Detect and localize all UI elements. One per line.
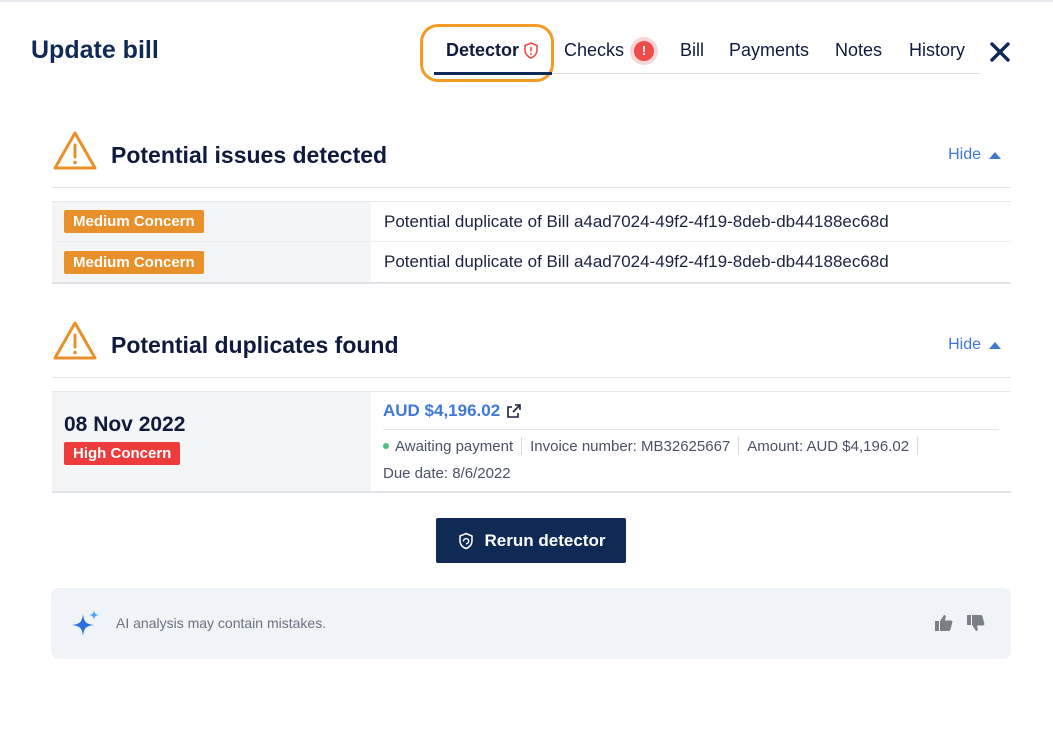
duplicate-meta: Awaiting payment Invoice number: MB32625… [383,437,1011,455]
rerun-detector-label: Rerun detector [484,530,606,550]
active-tab-underline [434,72,552,75]
thumbs-down-icon [967,615,985,631]
tab-bar: Detector Checks ! Bill Payments Notes Hi… [434,38,980,75]
detail-divider [383,429,999,430]
ai-disclaimer-text: AI analysis may contain mistakes. [116,615,327,631]
issue-concern-cell: Medium Concern [52,242,371,282]
status-dot-icon [383,443,389,449]
issues-section-header: Potential issues detected Hide [52,130,1011,184]
duplicate-date-cell: 08 Nov 2022 High Concern [52,392,371,491]
tab-detector[interactable]: Detector [446,40,539,61]
external-link-icon [507,404,521,418]
caret-up-icon [989,342,1001,349]
tab-detector-label: Detector [446,40,520,60]
rerun-detector-button[interactable]: Rerun detector [436,518,626,563]
medium-concern-badge: Medium Concern [64,250,204,274]
issues-hide-toggle[interactable]: Hide [948,146,1001,164]
page-title: Update bill [31,36,159,64]
payment-status: Awaiting payment [395,437,514,455]
close-x-icon [990,42,1010,62]
tab-payments[interactable]: Payments [729,40,809,61]
duplicate-detail-cell: AUD $4,196.02 Awaiting payment Invoice n… [371,392,1011,491]
invoice-number: Invoice number: MB32625667 [530,437,731,455]
section-divider [52,377,1011,378]
tab-payments-label: Payments [729,40,810,60]
ai-sparkle-icon [72,610,99,636]
tab-checks[interactable]: Checks ! [564,40,655,61]
duplicates-hide-toggle[interactable]: Hide [948,336,1001,354]
thumbs-up-button[interactable] [933,612,955,634]
top-divider [0,0,1053,2]
duplicates-hide-label: Hide [948,336,981,353]
meta-separator [738,437,740,455]
tab-bill-label: Bill [680,40,705,60]
duplicate-date: 08 Nov 2022 [64,413,186,436]
issues-table: Medium Concern Potential duplicate of Bi… [52,201,1011,284]
ai-disclaimer-panel: AI analysis may contain mistakes. [51,588,1011,659]
tab-history-label: History [909,40,966,60]
thumbs-up-icon [935,615,953,631]
meta-separator [521,437,523,455]
warning-icon [53,131,97,170]
duplicate-amount: Amount: AUD $4,196.02 [747,437,910,455]
duplicates-section-title: Potential duplicates found [111,332,399,358]
issues-hide-label: Hide [948,146,981,163]
tab-notes[interactable]: Notes [835,40,882,61]
duplicate-bill-link[interactable]: AUD $4,196.02 [383,401,522,421]
meta-separator [917,437,919,455]
close-button[interactable] [988,40,1012,64]
duplicates-section-header: Potential duplicates found Hide [52,320,1011,374]
duplicate-amount-label: AUD $4,196.02 [383,401,501,420]
shield-alert-icon [524,42,538,59]
issues-section-title: Potential issues detected [111,142,388,168]
shield-refresh-icon [458,532,473,549]
warning-icon [53,321,97,360]
tab-checks-label: Checks [564,40,625,60]
issue-description: Potential duplicate of Bill a4ad7024-49f… [384,252,889,271]
checks-alert-badge: ! [634,40,655,61]
issue-concern-cell: Medium Concern [52,202,371,241]
thumbs-down-button[interactable] [965,612,987,634]
tab-notes-label: Notes [835,40,883,60]
high-concern-badge: High Concern [64,442,181,465]
table-row: Medium Concern Potential duplicate of Bi… [52,242,1011,282]
medium-concern-badge: Medium Concern [64,210,204,233]
issue-description: Potential duplicate of Bill a4ad7024-49f… [384,211,889,231]
table-row: Medium Concern Potential duplicate of Bi… [52,202,1011,242]
section-divider [52,187,1011,188]
tab-bill[interactable]: Bill [680,40,704,61]
caret-up-icon [989,152,1001,159]
due-date: Due date: 8/6/2022 [383,465,511,482]
duplicate-row: 08 Nov 2022 High Concern AUD $4,196.02 A… [52,391,1011,493]
tab-history[interactable]: History [909,40,965,61]
